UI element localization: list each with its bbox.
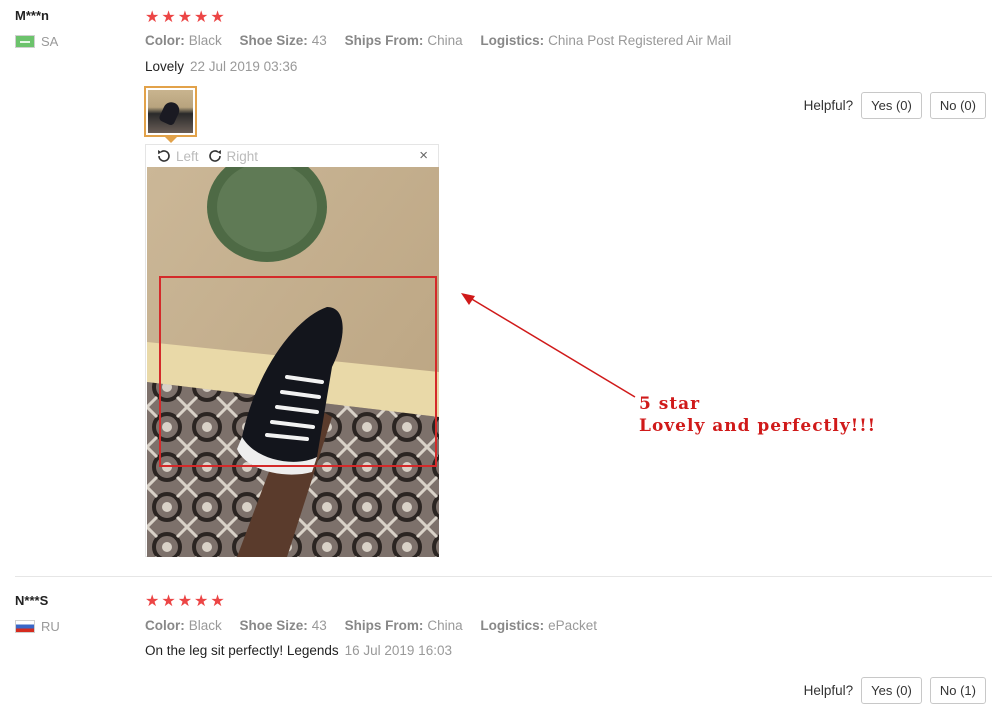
- viewer-toolbar: Left Right ×: [146, 145, 438, 167]
- review-photo-thumbnail[interactable]: [144, 86, 197, 137]
- review-feedback: On the leg sit perfectly! Legends 16 Jul …: [145, 643, 452, 658]
- review-text: Lovely: [145, 59, 185, 74]
- attr-value: ePacket: [548, 618, 597, 633]
- star-icon: ★: [145, 593, 160, 610]
- reviewer-name: N***S: [15, 593, 49, 608]
- attr-key: Logistics:: [480, 33, 545, 48]
- review-date: 16 Jul 2019 16:03: [344, 643, 452, 658]
- review-item: N***S RU ★ ★ ★ ★ ★ Color: Black Shoe Size…: [0, 577, 1000, 708]
- rotate-right-label: Right: [226, 148, 259, 164]
- attr-value: China: [427, 618, 463, 633]
- star-icon: ★: [145, 9, 160, 26]
- helpful-label: Helpful?: [803, 98, 854, 113]
- review-date: 22 Jul 2019 03:36: [190, 59, 298, 74]
- review-feedback: Lovely 22 Jul 2019 03:36: [145, 59, 297, 74]
- attr-key: Color:: [145, 618, 185, 633]
- annotation-line-2: Lovely and perfectly!!!: [639, 416, 877, 436]
- star-rating: ★ ★ ★ ★ ★: [145, 10, 225, 26]
- helpful-vote: Helpful? Yes (0) No (0): [804, 92, 986, 119]
- country-code: RU: [41, 619, 60, 634]
- helpful-vote: Helpful? Yes (0) No (1): [804, 677, 986, 704]
- attr-value: China Post Registered Air Mail: [548, 33, 732, 48]
- attr-key: Logistics:: [480, 618, 545, 633]
- country-code: SA: [41, 34, 59, 49]
- star-icon: ★: [177, 9, 193, 26]
- rotate-left-button[interactable]: Left: [156, 148, 199, 164]
- image-annotation: 5 star Lovely and perfectly!!!: [639, 393, 876, 437]
- attr-value: Black: [188, 618, 222, 633]
- star-icon: ★: [194, 593, 209, 610]
- order-attributes: Color: Black Shoe Size: 43 Ships From: Chin…: [145, 33, 745, 48]
- shoe-photo-image: [147, 167, 439, 557]
- star-icon: ★: [161, 9, 176, 26]
- attr-value: Black: [188, 33, 222, 48]
- star-icon: ★: [161, 593, 176, 610]
- helpful-no-button[interactable]: No (0): [929, 92, 986, 119]
- rotate-left-label: Left: [176, 148, 199, 164]
- helpful-yes-button[interactable]: Yes (0): [861, 677, 922, 704]
- reviewer-country: RU: [15, 619, 60, 634]
- attr-value: 43: [311, 618, 327, 633]
- attr-key: Shoe Size:: [239, 618, 308, 633]
- star-icon: ★: [177, 593, 193, 610]
- rotate-right-icon: [208, 150, 221, 162]
- thumbnail-image: [148, 90, 193, 133]
- flag-ru-icon: [15, 620, 35, 633]
- attr-key: Shoe Size:: [239, 33, 308, 48]
- attr-key: Ships From:: [344, 33, 424, 48]
- annotation-line-1: 5 star: [639, 394, 701, 414]
- reviewer-country: SA: [15, 34, 58, 49]
- star-icon: ★: [210, 593, 225, 610]
- close-icon[interactable]: ×: [419, 147, 428, 164]
- review-text: On the leg sit perfectly! Legends: [145, 643, 339, 658]
- helpful-yes-button[interactable]: Yes (0): [861, 92, 922, 119]
- order-attributes: Color: Black Shoe Size: 43 Ships From: Chin…: [145, 618, 611, 633]
- attr-value: 43: [311, 33, 327, 48]
- helpful-label: Helpful?: [803, 683, 854, 698]
- flag-sa-icon: [15, 35, 35, 48]
- attr-key: Ships From:: [344, 618, 424, 633]
- star-rating: ★ ★ ★ ★ ★: [145, 594, 225, 610]
- rotate-right-button[interactable]: Right: [207, 148, 259, 164]
- review-photo: [147, 167, 439, 557]
- star-icon: ★: [210, 9, 225, 26]
- helpful-no-button[interactable]: No (1): [929, 677, 986, 704]
- photo-viewer: Left Right ×: [145, 144, 439, 557]
- star-icon: ★: [194, 9, 209, 26]
- thumbnail-caret-icon: [165, 137, 177, 143]
- rotate-left-icon: [158, 150, 170, 162]
- annotation-arrow-icon: [461, 293, 636, 398]
- attr-value: China: [427, 33, 463, 48]
- reviewer-name: M***n: [15, 8, 49, 23]
- attr-key: Color:: [145, 33, 185, 48]
